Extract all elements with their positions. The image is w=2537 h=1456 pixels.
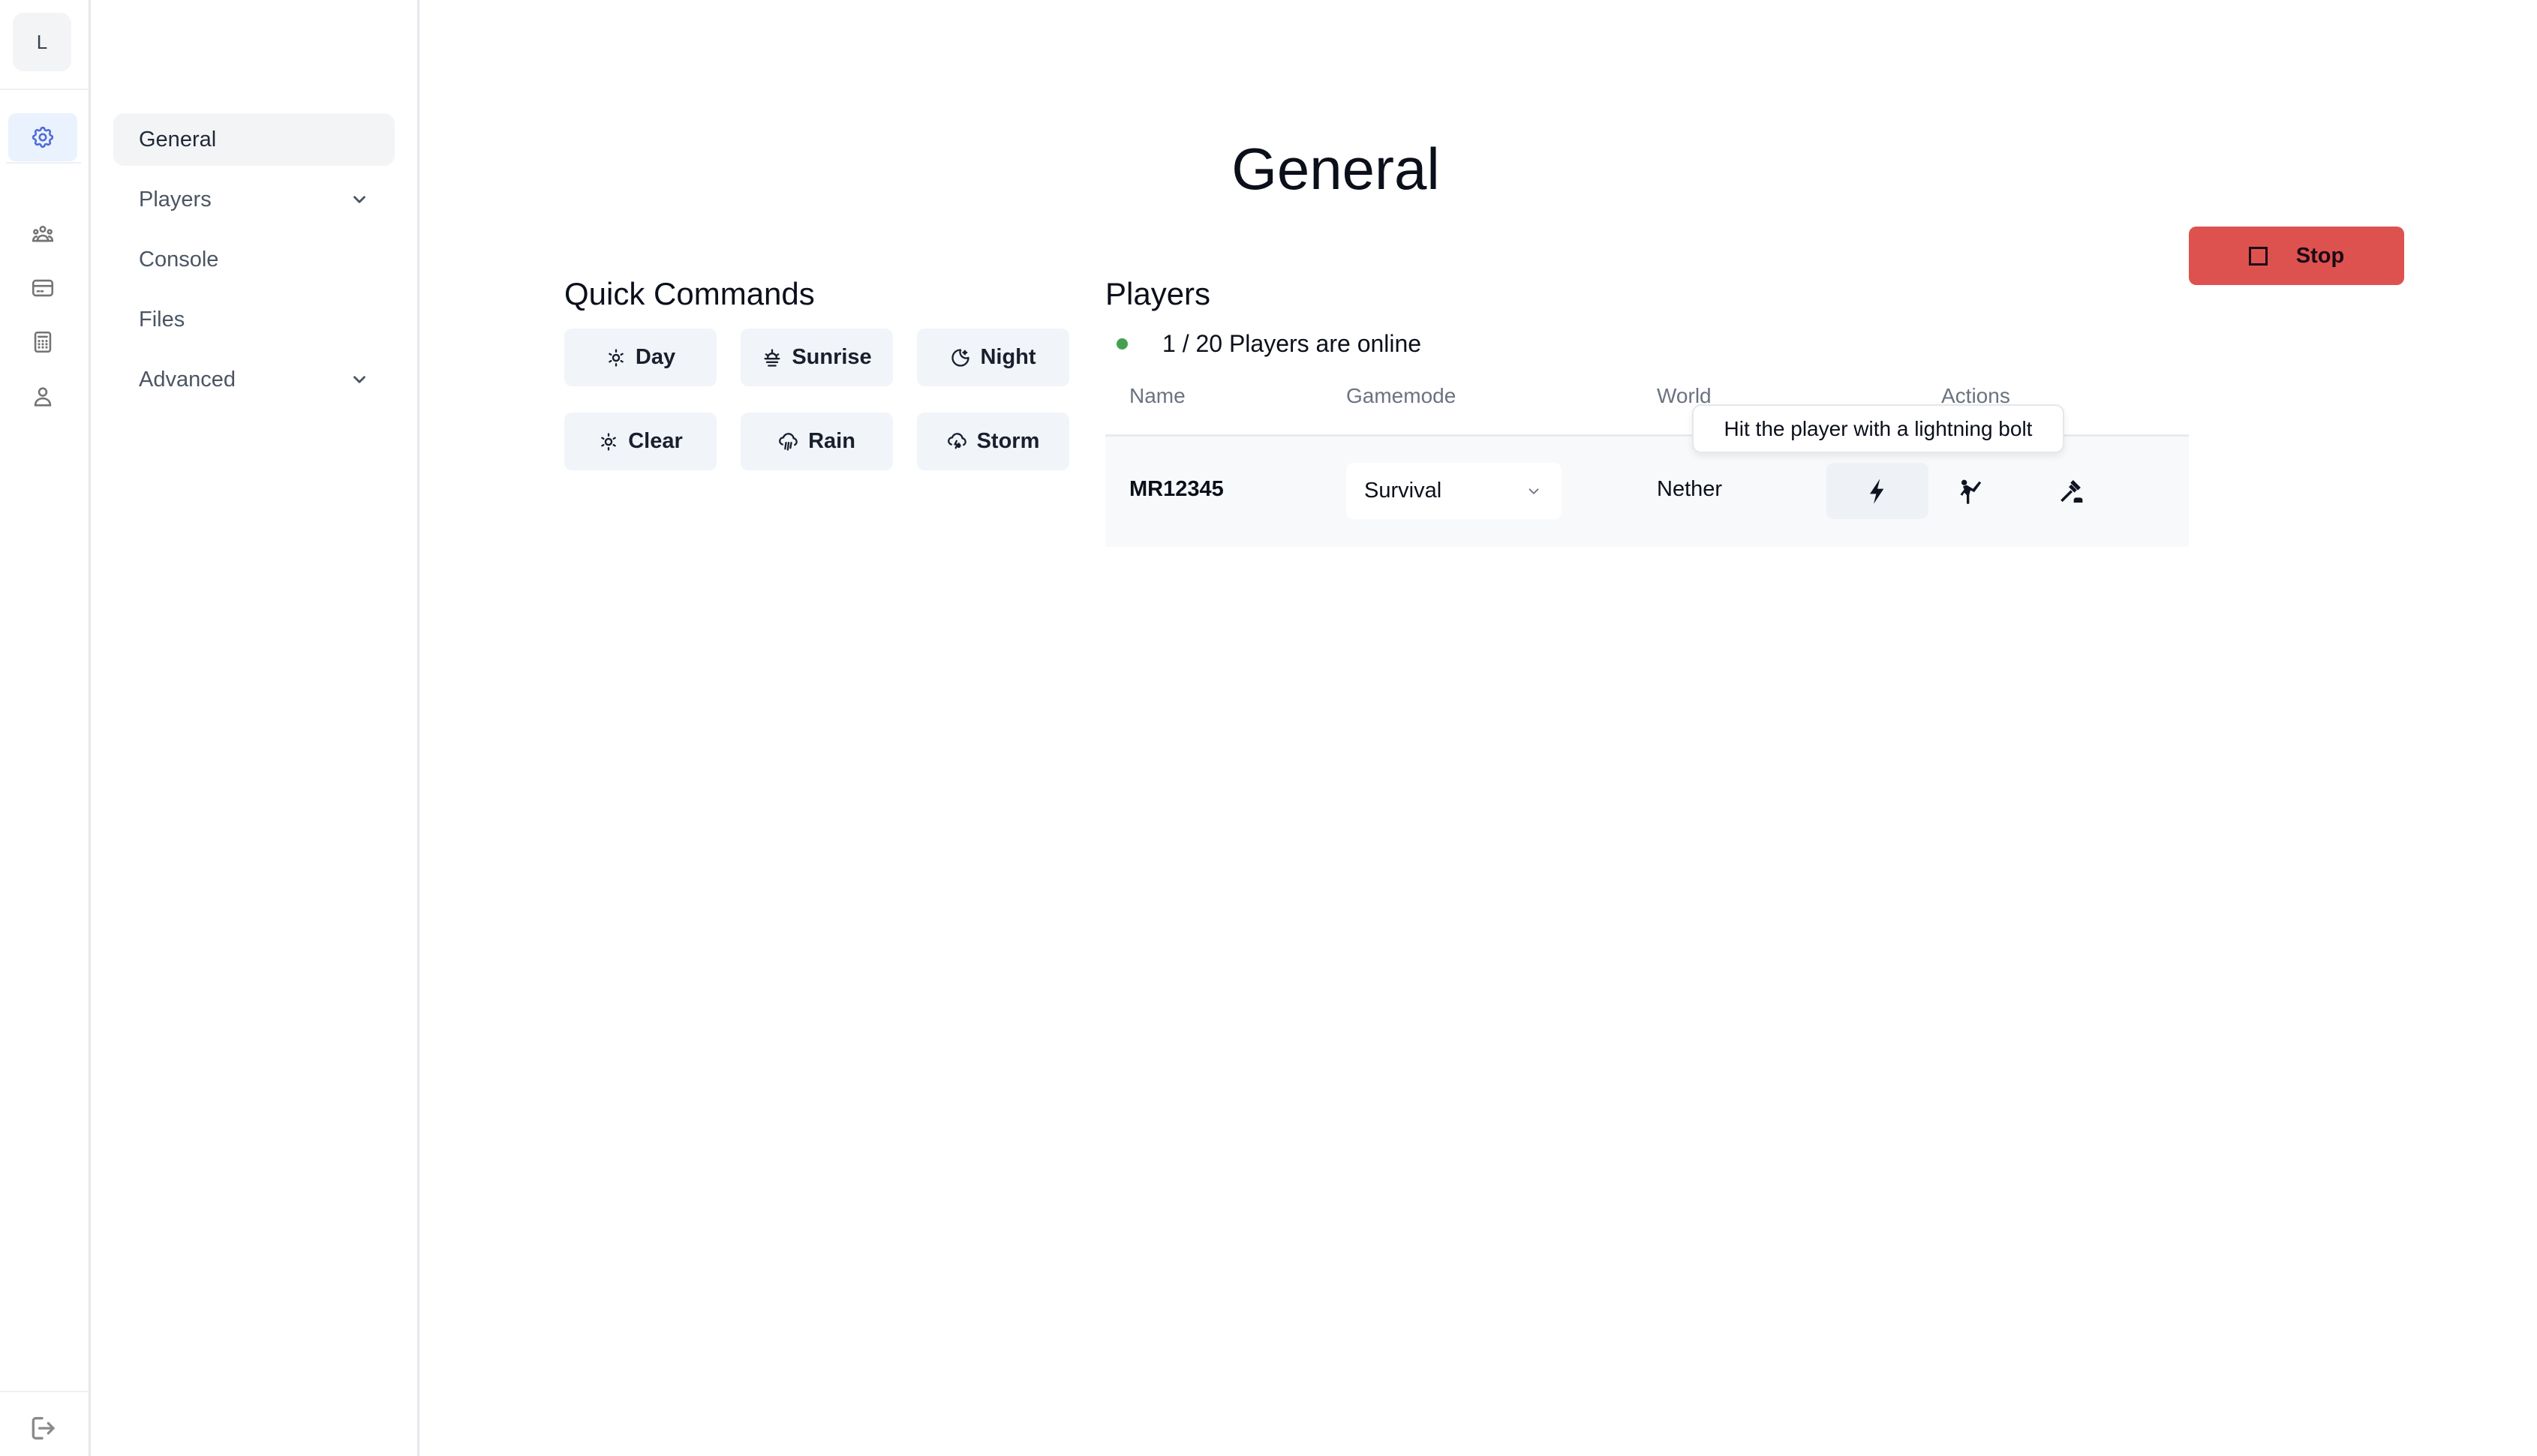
quick-command-label: Clear [628,429,683,453]
rail-divider [0,89,89,90]
quick-command-label: Rain [808,429,855,453]
rail-divider [0,1391,89,1392]
quick-commands-heading: Quick Commands [564,276,815,311]
quick-command-label: Night [980,345,1036,369]
quick-command-label: Day [635,345,676,369]
sunrise-icon [764,348,780,367]
online-status-dot [1117,338,1128,350]
rail-item-billing[interactable] [8,264,77,312]
chevron-down-icon [353,376,365,383]
kick-button[interactable] [1919,463,2021,519]
player-world: Nether [1657,477,1723,501]
section-nav: General Players Console Files Advanced [91,0,419,1456]
quick-command-sunrise[interactable]: Sunrise [741,329,893,386]
quick-command-label: Sunrise [792,345,872,369]
action-tooltip: Hit the player with a lightning bolt [1692,404,2064,453]
user-icon [34,387,52,407]
moon-star-icon [951,348,970,367]
gamemode-value: Survival [1364,479,1442,503]
credit-card-icon [32,279,54,297]
lightning-icon [1870,478,1884,504]
column-header-name: Name [1129,384,1186,407]
rail-item-account[interactable] [8,373,77,421]
quick-command-night[interactable]: Night [917,329,1069,386]
players-heading: Players [1105,276,1211,311]
quick-command-label: Storm [976,429,1040,453]
calculator-icon [34,331,52,353]
ban-button[interactable] [2021,463,2124,519]
kick-icon [1960,479,1982,504]
sun-icon [609,348,624,367]
quick-command-day[interactable]: Day [564,329,717,386]
quick-command-clear[interactable]: Clear [564,413,717,470]
player-name: MR12345 [1129,477,1224,501]
nav-item-label: Advanced [139,367,236,392]
quick-command-rain[interactable]: Rain [741,413,893,470]
nav-item-console[interactable]: Console [113,233,395,286]
stop-label: Stop [2295,243,2345,268]
nav-item-files[interactable]: Files [113,293,395,346]
online-count-text: 1 / 20 Players are online [1162,330,1422,357]
stop-server-button[interactable]: Stop [2189,227,2404,285]
page-title: General [0,135,2537,203]
nav-item-label: Files [139,307,185,332]
column-header-gamemode: Gamemode [1346,384,1456,407]
stop-square-icon [2248,246,2268,266]
lightning-button[interactable] [1826,463,1928,519]
logout-icon[interactable] [26,1413,59,1443]
nav-item-label: Console [139,247,219,272]
chevron-down-icon [1529,488,1539,494]
workspace-avatar[interactable]: L [13,13,71,71]
rail-item-calculator[interactable] [8,318,77,366]
rail-item-users[interactable] [8,212,77,260]
icon-rail: L [0,0,91,1456]
tooltip-text: Hit the player with a lightning bolt [1724,416,2033,440]
ban-hammer-icon [2061,479,2083,503]
cloud-rain-icon [779,432,798,451]
sun-icon [601,432,617,451]
nav-item-advanced[interactable]: Advanced [113,353,395,406]
quick-command-storm[interactable]: Storm [917,413,1069,470]
online-status: 1 / 20 Players are online [1117,330,1421,358]
cloud-storm-icon [947,432,966,449]
users-group-icon [32,225,54,242]
gamemode-select[interactable]: Survival [1346,463,1562,519]
avatar-initial: L [36,30,48,53]
page-title-text: General [1231,136,1440,202]
